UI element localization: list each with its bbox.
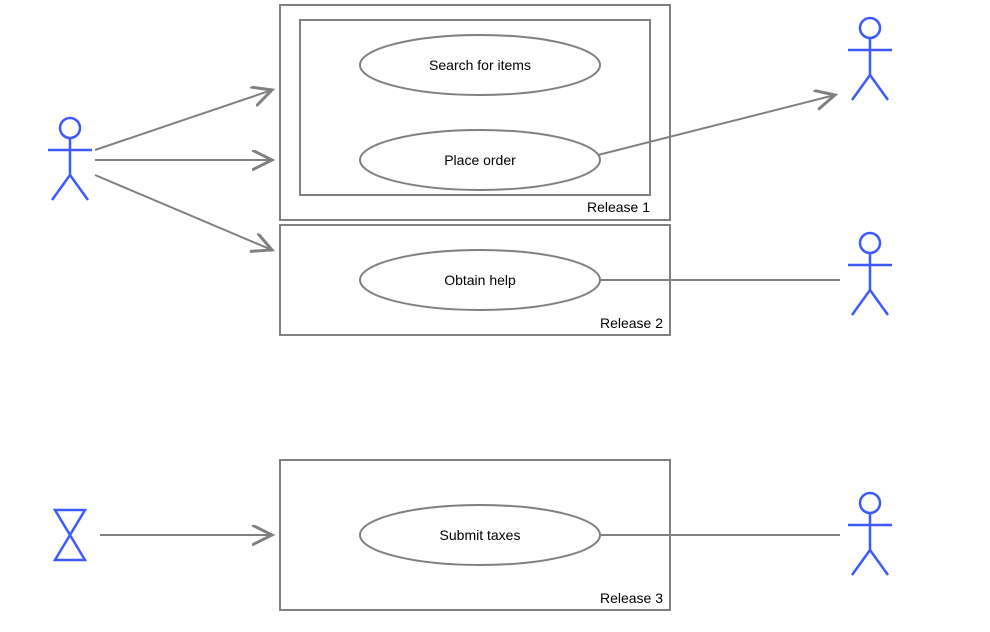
release-3-label: Release 3 xyxy=(600,590,663,606)
use-case-diagram: Release 1 Release 2 Release 3 Search for… xyxy=(0,0,990,632)
actor-right-bottom xyxy=(848,493,892,575)
submit-taxes-label: Submit taxes xyxy=(440,527,521,543)
actor-right-middle xyxy=(848,233,892,315)
connector-actor-to-release1 xyxy=(95,90,272,150)
obtain-help-label: Obtain help xyxy=(444,272,516,288)
connector-actor-to-release2 xyxy=(95,175,272,250)
release-2-label: Release 2 xyxy=(600,315,663,331)
release-1-label: Release 1 xyxy=(587,199,650,215)
release-1-boundary xyxy=(280,5,670,220)
timer-icon xyxy=(55,510,85,560)
actor-left xyxy=(48,118,92,200)
place-order-label: Place order xyxy=(444,152,516,168)
actor-right-top xyxy=(848,18,892,100)
search-label: Search for items xyxy=(429,57,531,73)
release-1-inner-boundary xyxy=(300,20,650,195)
connector-place-order-to-actor xyxy=(598,95,835,155)
